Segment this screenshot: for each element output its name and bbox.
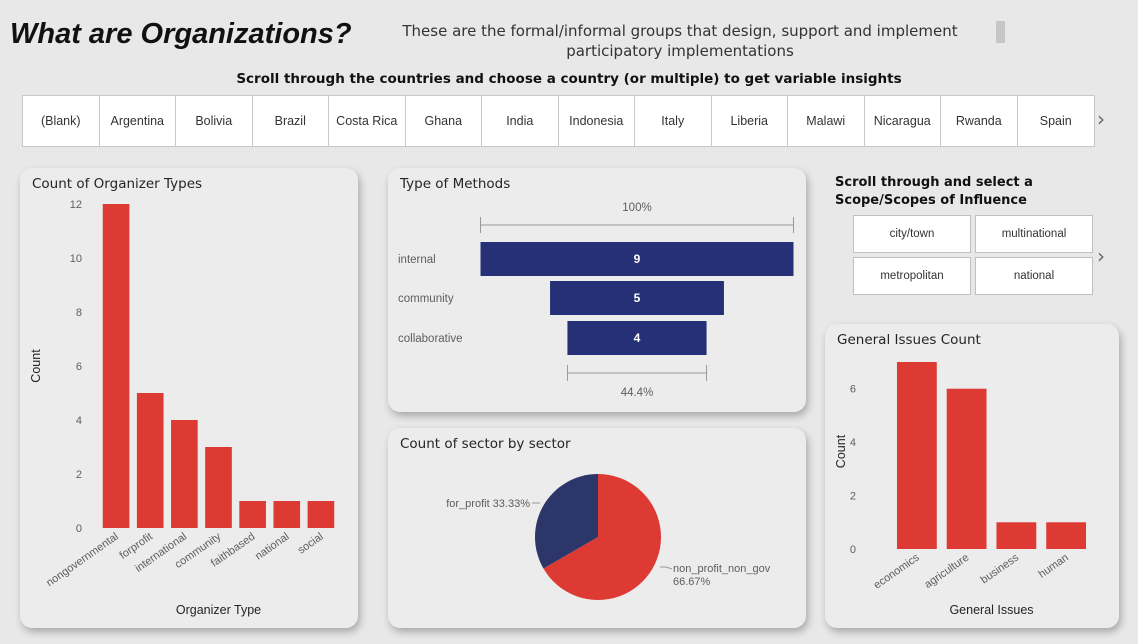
scope-slicer: city/town multinational metropolitan nat… xyxy=(853,215,1093,295)
bar xyxy=(307,501,335,528)
pie-slice-percent: 66.67% xyxy=(673,576,711,588)
organizer-types-card: Count of Organizer Types 0 2 4 6 8 10 12 nongov… xyxy=(20,168,358,628)
y-tick-label: 0 xyxy=(76,523,82,535)
country-chip[interactable]: Liberia xyxy=(712,96,788,146)
y-axis-label: Count xyxy=(834,434,848,468)
country-chip[interactable]: Costa Rica xyxy=(329,96,406,146)
pie-slice-label: for_profit 33.33% xyxy=(446,498,530,510)
country-chip[interactable]: Malawi xyxy=(788,96,865,146)
y-tick-label: 4 xyxy=(850,437,856,449)
country-chip[interactable]: Argentina xyxy=(100,96,176,146)
chevron-right-icon[interactable]: › xyxy=(1097,107,1105,131)
country-chip[interactable]: Nicaragua xyxy=(865,96,941,146)
pie-leader-line xyxy=(660,566,673,570)
bar xyxy=(273,501,301,528)
methods-card: Type of Methods 100% 9 internal 5 community 4… xyxy=(388,168,806,412)
y-tick-label: 2 xyxy=(850,491,856,503)
scope-slicer-title: Scroll through and select a Scope/Scopes… xyxy=(835,175,1033,208)
y-tick-label: 10 xyxy=(70,253,82,265)
scope-chip[interactable]: multinational xyxy=(975,215,1093,253)
scope-chip[interactable]: national xyxy=(975,257,1093,295)
bar xyxy=(205,447,232,528)
country-chip[interactable]: Brazil xyxy=(253,96,329,146)
x-tick-label: agriculture xyxy=(922,552,971,591)
country-chip[interactable]: Ghana xyxy=(406,96,482,146)
issues-chart: 0 2 4 6 economics agriculture business human Gen… xyxy=(834,362,1087,617)
page-title: What are Organizations? xyxy=(10,18,352,50)
x-tick-label: national xyxy=(253,531,291,563)
funnel-value-label: 4 xyxy=(634,331,641,345)
y-tick-label: 6 xyxy=(76,361,82,373)
bar xyxy=(996,522,1037,549)
funnel-top-label: 100% xyxy=(622,202,651,214)
country-chip[interactable]: Bolivia xyxy=(176,96,253,146)
x-axis-label: Organizer Type xyxy=(176,603,261,617)
chevron-right-icon[interactable]: › xyxy=(1097,244,1105,268)
scope-chip[interactable]: metropolitan xyxy=(853,257,971,295)
sector-card: Count of sector by sector non_profit_non… xyxy=(388,428,806,628)
y-tick-label: 4 xyxy=(76,415,82,427)
country-chip[interactable]: India xyxy=(482,96,559,146)
funnel-value-label: 5 xyxy=(634,291,641,305)
x-axis-label: General Issues xyxy=(949,603,1033,617)
funnel-category-label: community xyxy=(398,293,454,305)
country-slicer-prompt: Scroll through the countries and choose … xyxy=(236,71,902,87)
bar xyxy=(102,204,130,528)
bar xyxy=(1046,522,1087,549)
country-chip[interactable]: (Blank) xyxy=(23,96,100,146)
funnel-value-label: 9 xyxy=(634,252,641,266)
country-chip[interactable]: Rwanda xyxy=(941,96,1018,146)
bar xyxy=(896,362,937,549)
x-tick-label: social xyxy=(296,531,326,557)
funnel-category-label: collaborative xyxy=(398,333,463,345)
page-subtitle: These are the formal/informal groups tha… xyxy=(402,22,958,60)
bar xyxy=(171,420,198,528)
y-tick-label: 12 xyxy=(70,199,82,211)
x-tick-label: business xyxy=(979,551,1022,586)
y-tick-label: 2 xyxy=(76,469,82,481)
country-slicer: (Blank) Argentina Bolivia Brazil Costa R… xyxy=(22,95,1095,147)
y-tick-label: 0 xyxy=(850,544,856,556)
x-tick-label: economics xyxy=(872,551,922,591)
organizer-types-chart: 024681012nongovernmentalforprofitinterna… xyxy=(29,199,335,617)
bar xyxy=(946,388,987,549)
funnel-category-label: internal xyxy=(398,254,436,266)
country-chip[interactable]: Indonesia xyxy=(559,96,635,146)
y-tick-label: 6 xyxy=(850,384,856,396)
country-chip[interactable]: Spain xyxy=(1018,96,1095,146)
funnel-bottom-label: 44.4% xyxy=(621,387,654,399)
bar xyxy=(136,393,164,528)
y-tick-label: 8 xyxy=(76,307,82,319)
scroll-indicator[interactable] xyxy=(996,21,1005,43)
methods-funnel-chart: 100% 9 internal 5 community 4 collaborative 44.… xyxy=(398,202,794,399)
x-tick-label: nongovernmental xyxy=(44,531,121,590)
bar xyxy=(239,501,266,528)
issues-card: General Issues Count 0 2 4 6 economics agricu… xyxy=(825,324,1119,628)
pie-slice-label: non_profit_non_gov xyxy=(673,563,771,575)
sector-pie-chart: non_profit_non_gov66.67% for_profit 33.33… xyxy=(446,474,771,600)
scope-chip[interactable]: city/town xyxy=(853,215,971,253)
country-chip[interactable]: Italy xyxy=(635,96,712,146)
y-axis-label: Count xyxy=(29,349,43,383)
x-tick-label: human xyxy=(1036,552,1070,581)
